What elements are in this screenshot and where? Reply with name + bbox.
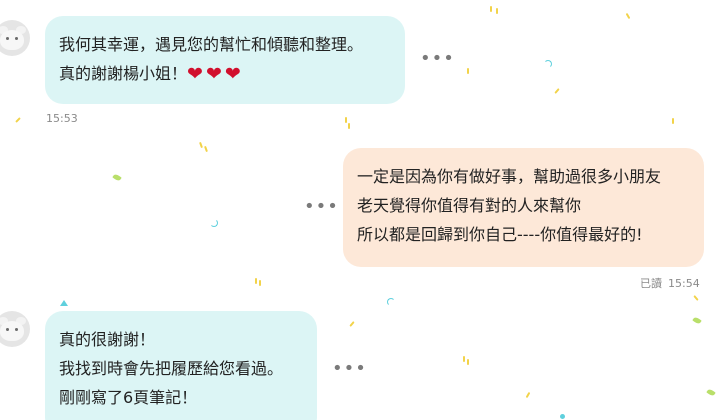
confetti-decoration [467, 359, 469, 365]
confetti-decoration [672, 118, 674, 124]
confetti-decoration [345, 117, 347, 123]
confetti-decoration [463, 356, 465, 362]
confetti-decoration [348, 123, 350, 129]
heart-icon: ❤ [187, 63, 203, 85]
confetti-decoration [692, 316, 702, 325]
heart-icon: ❤ [224, 63, 241, 85]
avatar[interactable] [0, 311, 30, 347]
avatar-icon [0, 30, 24, 50]
confetti-decoration [560, 414, 565, 419]
confetti-decoration [199, 141, 203, 149]
chat-area: 我何其幸運，遇見您的幫忙和傾聽和整理。 真的謝謝楊小姐！❤ ❤ ❤ ••• 15:5… [0, 0, 721, 420]
confetti-decoration [554, 88, 560, 94]
confetti-decoration [544, 60, 552, 68]
confetti-decoration [625, 12, 631, 20]
avatar-eye [6, 37, 9, 40]
confetti-decoration [15, 117, 21, 123]
avatar[interactable] [0, 20, 30, 56]
more-options-icon[interactable]: ••• [420, 50, 454, 68]
confetti-decoration [210, 219, 218, 227]
message-line: 所以都是回歸到你自己----你值得最好的! [357, 225, 643, 244]
read-receipt: 已讀 [640, 277, 662, 290]
message-line: 老天覺得你值得有對的人來幫你 [357, 196, 582, 215]
confetti-decoration [112, 173, 122, 182]
more-options-icon[interactable]: ••• [304, 198, 338, 216]
avatar-eye [15, 37, 18, 40]
message-timestamp: 15:53 [46, 112, 78, 125]
avatar-icon [0, 321, 24, 341]
message-status: 已讀 15:54 [640, 275, 700, 291]
avatar-eye [6, 328, 9, 331]
confetti-decoration [490, 6, 492, 12]
confetti-decoration [525, 391, 531, 399]
confetti-decoration [259, 280, 261, 286]
message-line: 真的很謝謝！ [59, 330, 156, 349]
message-bubble-outgoing[interactable]: 一定是因為你有做好事，幫助過很多小朋友 老天覺得你值得有對的人來幫你 所以都是回… [343, 148, 704, 267]
message-line: 我何其幸運，遇見您的幫忙和傾聽和整理。 [59, 35, 364, 54]
confetti-decoration [387, 298, 395, 306]
confetti-decoration [693, 295, 699, 301]
confetti-decoration [496, 8, 498, 14]
message-line: 真的謝謝楊小姐！❤ ❤ ❤ [59, 59, 389, 88]
confetti-decoration [706, 388, 716, 397]
message-line-text: 真的謝謝楊小姐！ [59, 64, 188, 83]
message-timestamp: 15:54 [668, 277, 700, 290]
confetti-decoration [255, 278, 257, 284]
message-bubble-incoming[interactable]: 我何其幸運，遇見您的幫忙和傾聽和整理。 真的謝謝楊小姐！❤ ❤ ❤ [45, 16, 405, 104]
message-line: 我找到時會先把履歷給您看過。 [59, 359, 284, 378]
confetti-decoration [204, 145, 208, 153]
avatar-eye [15, 328, 18, 331]
message-line: 一定是因為你有做好事，幫助過很多小朋友 [357, 167, 662, 186]
confetti-decoration [60, 300, 68, 306]
confetti-decoration [467, 68, 469, 74]
message-bubble-incoming[interactable]: 真的很謝謝！ 我找到時會先把履歷給您看過。 剛剛寫了6頁筆記！ [45, 311, 317, 420]
confetti-decoration [349, 321, 355, 327]
more-options-icon[interactable]: ••• [332, 360, 366, 378]
message-line: 剛剛寫了6頁筆記！ [59, 388, 198, 407]
heart-icon: ❤ [205, 63, 222, 85]
